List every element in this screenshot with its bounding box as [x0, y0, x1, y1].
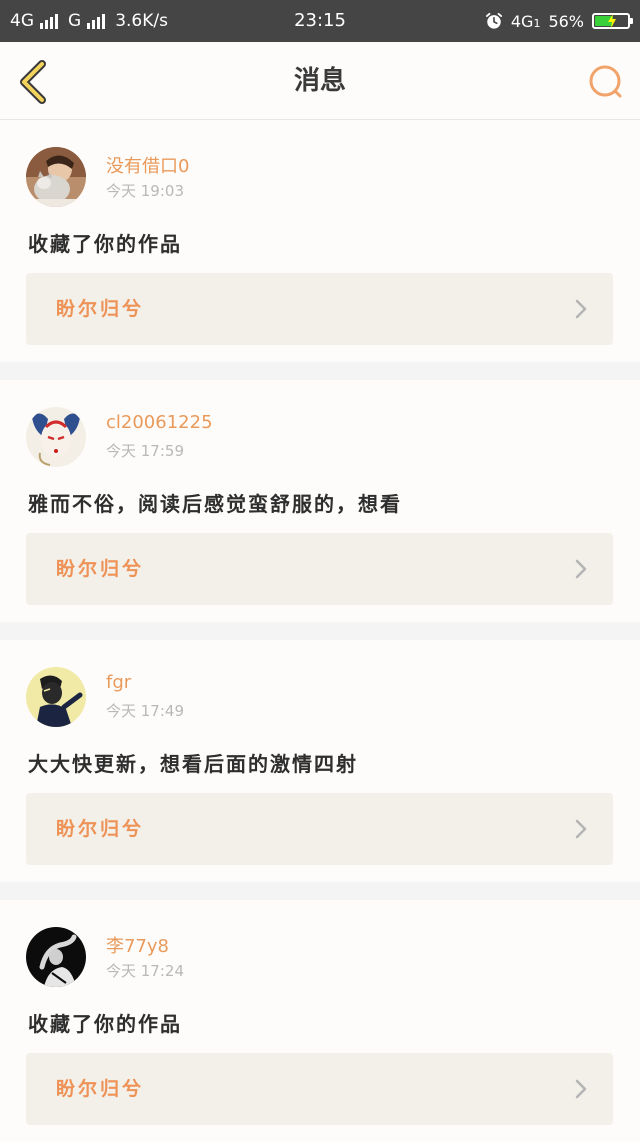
work-title: 盼尔归兮: [56, 298, 145, 320]
username[interactable]: cl20061225: [106, 412, 213, 433]
back-button[interactable]: [16, 60, 50, 104]
battery-icon: [592, 13, 633, 29]
battery-percent: 56%: [548, 11, 584, 31]
status-right: 4G1 56%: [485, 0, 633, 42]
work-link[interactable]: 盼尔归兮: [26, 793, 613, 865]
username[interactable]: fgr: [106, 672, 131, 693]
username[interactable]: 没有借口0: [106, 152, 189, 178]
status-left: 4G G 3.6K/s: [10, 0, 168, 42]
avatar[interactable]: [26, 147, 86, 207]
chevron-right-icon: [575, 1079, 587, 1099]
timestamp: 今天 17:24: [106, 962, 184, 980]
charging-icon: [608, 14, 616, 28]
message-card: 李77y8 今天 17:24 收藏了你的作品 盼尔归兮: [0, 900, 640, 1142]
signal-icon-2: [87, 13, 106, 29]
work-title: 盼尔归兮: [56, 1078, 145, 1100]
message-text: 雅而不俗，阅读后感觉蛮舒服的，想看: [28, 492, 402, 516]
avatar[interactable]: [26, 667, 86, 727]
chevron-right-icon: [575, 559, 587, 579]
avatar[interactable]: [26, 407, 86, 467]
work-title: 盼尔归兮: [56, 558, 145, 580]
work-link[interactable]: 盼尔归兮: [26, 1053, 613, 1125]
chevron-right-icon: [575, 299, 587, 319]
nav-bar: 消息: [0, 42, 640, 120]
chevron-right-icon: [575, 819, 587, 839]
timestamp: 今天 19:03: [106, 182, 184, 200]
signal-icon: [40, 13, 58, 29]
status-bar: 4G G 3.6K/s 23:15 4G1 56%: [0, 0, 640, 42]
work-link[interactable]: 盼尔归兮: [26, 533, 613, 605]
message-card: 没有借口0 今天 19:03 收藏了你的作品 盼尔归兮: [0, 120, 640, 362]
network-type-right: 4G1: [510, 11, 541, 31]
timestamp: 今天 17:59: [106, 442, 184, 460]
username[interactable]: 李77y8: [106, 932, 169, 958]
network-type-1: 4G: [10, 11, 34, 31]
avatar[interactable]: [26, 927, 86, 987]
network-speed: 3.6K/s: [115, 11, 168, 31]
timestamp: 今天 17:49: [106, 702, 184, 720]
message-card: cl20061225 今天 17:59 雅而不俗，阅读后感觉蛮舒服的，想看 盼尔…: [0, 380, 640, 622]
work-link[interactable]: 盼尔归兮: [26, 273, 613, 345]
work-title: 盼尔归兮: [56, 818, 145, 840]
message-text: 收藏了你的作品: [28, 232, 182, 256]
page-title: 消息: [293, 66, 346, 96]
alarm-icon: [485, 12, 502, 29]
search-button[interactable]: [586, 62, 626, 102]
message-text: 收藏了你的作品: [28, 1012, 182, 1036]
network-type-2: G: [68, 11, 82, 31]
message-card: fgr 今天 17:49 大大快更新，想看后面的激情四射 盼尔归兮: [0, 640, 640, 882]
message-text: 大大快更新，想看后面的激情四射: [28, 752, 358, 776]
